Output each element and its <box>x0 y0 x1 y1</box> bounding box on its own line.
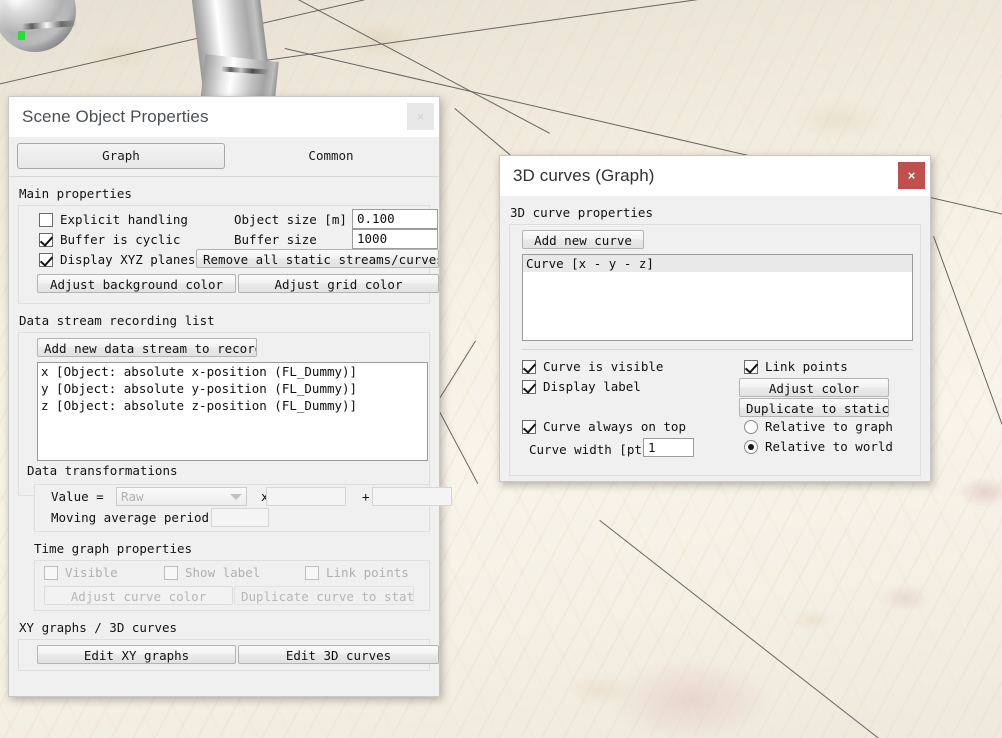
value-equals-label: Value = <box>51 489 104 504</box>
curve-width-input[interactable]: 1 <box>643 438 694 457</box>
checkbox-label: Link points <box>765 359 848 374</box>
checkbox-box <box>39 232 53 247</box>
checkbox-box <box>522 359 536 374</box>
checkbox-box <box>522 379 536 394</box>
checkbox-link-points[interactable]: Link points <box>744 359 848 374</box>
checkbox-box <box>39 212 53 227</box>
data-transformations-caption: Data transformations <box>27 463 178 478</box>
checkbox-label: Visible <box>65 565 118 580</box>
radio-box <box>744 419 758 434</box>
checkbox-box <box>44 565 58 580</box>
adjust-background-color-button[interactable]: Adjust background color <box>37 274 236 293</box>
multiplier-input[interactable] <box>266 487 346 506</box>
object-size-label: Object size [m] <box>234 212 347 227</box>
3d-curves-titlebar[interactable]: 3D curves (Graph) × <box>500 156 930 196</box>
3d-curve-properties-group: Add new curve Curve [x - y - z] Curve is… <box>509 224 921 476</box>
checkbox-label: Display label <box>543 379 641 394</box>
transform-type-select[interactable]: Raw <box>116 487 247 506</box>
checkbox-time-graph-link-points[interactable]: Link points <box>305 565 409 580</box>
moving-average-period-input[interactable] <box>211 508 269 527</box>
divider <box>522 349 913 350</box>
duplicate-curve-to-static-button[interactable]: Duplicate curve to static <box>234 586 414 605</box>
remove-all-static-streams-button[interactable]: Remove all static streams/curves <box>196 249 439 268</box>
add-new-curve-button[interactable]: Add new curve <box>522 230 644 249</box>
list-item[interactable]: z [Object: absolute z-position (FL_Dummy… <box>38 397 427 414</box>
checkbox-curve-always-on-top[interactable]: Curve always on top <box>522 419 686 434</box>
main-properties-caption: Main properties <box>19 186 132 201</box>
sphere-highlight <box>7 0 29 13</box>
checkbox-time-graph-show-label[interactable]: Show label <box>164 565 260 580</box>
checkbox-box <box>305 565 319 580</box>
chevron-down-icon <box>230 493 242 500</box>
checkbox-label: Display XYZ planes <box>60 252 196 267</box>
close-icon[interactable]: × <box>898 162 925 189</box>
checkbox-label: Show label <box>185 565 261 580</box>
radio-relative-to-graph[interactable]: Relative to graph <box>744 419 893 434</box>
checkbox-label: Curve always on top <box>543 419 686 434</box>
add-new-data-stream-button[interactable]: Add new data stream to record <box>37 338 257 357</box>
plus-symbol: + <box>362 489 370 504</box>
buffer-size-label: Buffer size <box>234 232 317 247</box>
list-item[interactable]: x [Object: absolute x-position (FL_Dummy… <box>38 363 427 380</box>
checkbox-label: Curve is visible <box>543 359 664 374</box>
moving-average-period-label: Moving average period <box>51 510 210 525</box>
curve-list[interactable]: Curve [x - y - z] <box>522 254 913 341</box>
scene-object-properties-title: Scene Object Properties <box>22 106 209 126</box>
xy-graphs-3d-curves-caption: XY graphs / 3D curves <box>19 620 178 635</box>
checkbox-label: Link points <box>326 565 409 580</box>
transform-type-value: Raw <box>121 489 144 504</box>
curve-width-label: Curve width [pt] <box>529 442 650 457</box>
checkbox-box <box>744 359 758 374</box>
radio-box <box>744 439 758 454</box>
checkbox-box <box>39 252 53 267</box>
checkbox-box <box>164 565 178 580</box>
radio-label: Relative to world <box>765 439 893 454</box>
data-transformations-group: Value = Raw x + Moving average period <box>34 484 452 532</box>
3d-curve-properties-caption: 3D curve properties <box>510 205 653 220</box>
object-size-input[interactable]: 0.100 <box>352 209 438 229</box>
checkbox-label: Explicit handling <box>60 212 188 227</box>
checkbox-explicit-handling[interactable]: Explicit handling <box>39 212 188 227</box>
adjust-color-button[interactable]: Adjust color <box>739 378 889 397</box>
scene-object-properties-titlebar[interactable]: Scene Object Properties × <box>9 97 439 137</box>
checkbox-buffer-is-cyclic[interactable]: Buffer is cyclic <box>39 232 180 247</box>
checkbox-time-graph-visible[interactable]: Visible <box>44 565 118 580</box>
list-item[interactable]: y [Object: absolute y-position (FL_Dummy… <box>38 380 427 397</box>
radio-relative-to-world[interactable]: Relative to world <box>744 439 893 454</box>
adjust-curve-color-button[interactable]: Adjust curve color <box>44 586 233 605</box>
edit-xy-graphs-button[interactable]: Edit XY graphs <box>37 645 236 664</box>
xy-graphs-3d-curves-group: Edit XY graphs Edit 3D curves <box>18 639 439 671</box>
edit-3d-curves-button[interactable]: Edit 3D curves <box>238 645 439 664</box>
buffer-size-input[interactable]: 1000 <box>352 229 438 249</box>
3d-curves-title: 3D curves (Graph) <box>513 165 655 185</box>
list-item[interactable]: Curve [x - y - z] <box>523 255 912 272</box>
close-icon[interactable]: × <box>407 103 434 130</box>
duplicate-to-static-button[interactable]: Duplicate to static <box>739 398 889 417</box>
time-graph-properties-group: Visible Show label Link points Adjust cu… <box>34 560 430 611</box>
tab-graph[interactable]: Graph <box>17 143 225 169</box>
checkbox-display-xyz-planes[interactable]: Display XYZ planes <box>39 252 195 267</box>
checkbox-display-label[interactable]: Display label <box>522 379 641 394</box>
data-stream-list[interactable]: x [Object: absolute x-position (FL_Dummy… <box>37 362 428 461</box>
tab-bar[interactable]: Graph Common <box>9 137 439 177</box>
green-marker-dot <box>18 31 25 40</box>
checkbox-box <box>522 419 536 434</box>
tab-common[interactable]: Common <box>231 144 431 168</box>
time-graph-properties-caption: Time graph properties <box>34 541 193 556</box>
data-stream-recording-caption: Data stream recording list <box>19 313 215 328</box>
offset-input[interactable] <box>372 487 452 506</box>
checkbox-label: Buffer is cyclic <box>60 232 181 247</box>
adjust-grid-color-button[interactable]: Adjust grid color <box>238 274 439 293</box>
radio-label: Relative to graph <box>765 419 893 434</box>
data-stream-recording-group: Add new data stream to record x [Object:… <box>18 332 430 496</box>
scene-object-properties-dialog[interactable]: Scene Object Properties × Graph Common M… <box>8 96 452 697</box>
3d-curves-dialog[interactable]: 3D curves (Graph) × 3D curve properties … <box>499 155 931 482</box>
main-properties-group: Explicit handling Buffer is cyclic Displ… <box>18 205 439 304</box>
checkbox-curve-is-visible[interactable]: Curve is visible <box>522 359 663 374</box>
